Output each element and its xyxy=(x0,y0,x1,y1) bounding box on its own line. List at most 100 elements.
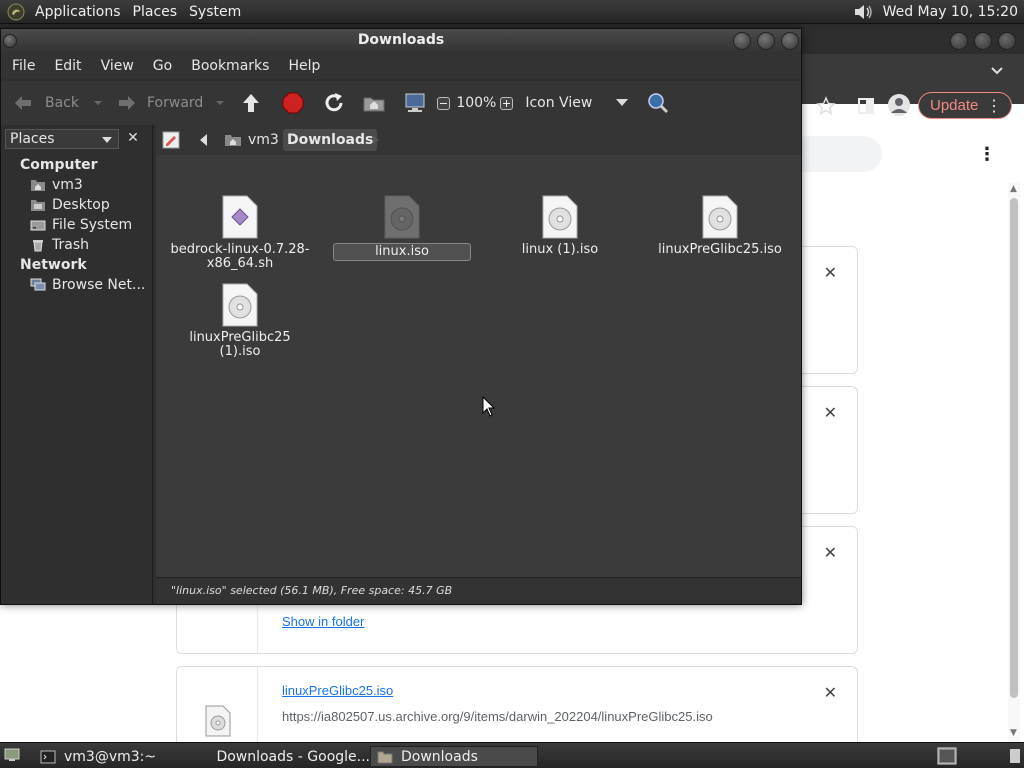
file-item[interactable]: bedrock-linux-0.7.28- x86_64.sh xyxy=(170,195,310,271)
computer-icon[interactable] xyxy=(403,91,427,115)
zoom-level[interactable]: 100% xyxy=(456,95,496,111)
scrollbar-thumb[interactable] xyxy=(1010,198,1018,698)
view-mode-select[interactable]: Icon View xyxy=(525,95,629,111)
applications-menu[interactable]: Applications xyxy=(29,4,127,20)
desktop-folder-icon xyxy=(31,200,45,211)
path-bar: vm3 Downloads xyxy=(156,125,801,155)
download-filename-link[interactable]: linuxPreGlibc25.iso xyxy=(282,683,393,698)
zoom-controls: 100% xyxy=(437,95,514,111)
sidebar-selector-chevron-icon xyxy=(102,137,112,143)
page-menu-icon[interactable]: ⋮ xyxy=(978,144,996,165)
taskbar-item-chrome[interactable]: Downloads - Google... xyxy=(202,746,370,767)
menu-view[interactable]: View xyxy=(90,58,142,74)
path-label: Downloads xyxy=(287,132,374,148)
more-icon[interactable]: ⋮ xyxy=(986,96,1002,116)
minimize-button[interactable] xyxy=(733,32,751,50)
volume-icon[interactable] xyxy=(852,3,874,21)
update-button[interactable]: Update ⋮ xyxy=(918,92,1012,119)
scroll-down-arrow-icon[interactable]: ▼ xyxy=(1010,728,1017,738)
window-menu-button[interactable] xyxy=(3,34,17,48)
profile-avatar[interactable] xyxy=(888,94,910,116)
forward-button[interactable]: Forward xyxy=(115,81,225,125)
search-icon[interactable] xyxy=(646,91,670,115)
chrome-close-button[interactable] xyxy=(998,32,1016,50)
scroll-up-arrow-icon[interactable]: ▲ xyxy=(1010,184,1017,194)
path-scroll-left-icon[interactable] xyxy=(200,134,207,146)
stop-icon[interactable] xyxy=(281,91,305,115)
sidebar-item-file-system[interactable]: File System xyxy=(30,217,132,233)
update-label: Update xyxy=(930,97,979,114)
menu-edit[interactable]: Edit xyxy=(43,58,89,74)
places-menu[interactable]: Places xyxy=(127,4,184,20)
shell-script-file-icon xyxy=(222,195,258,239)
gnome-foot-icon[interactable] xyxy=(7,3,25,21)
show-in-folder-link[interactable]: Show in folder xyxy=(282,614,364,629)
downloads-search[interactable] xyxy=(790,136,882,172)
file-name: bedrock-linux-0.7.28- x86_64.sh xyxy=(170,243,309,271)
taskbar-item-label: Downloads - Google... xyxy=(216,748,370,765)
zoom-in-button[interactable] xyxy=(500,96,514,110)
sidebar-item-vm3[interactable]: vm3 xyxy=(30,177,83,193)
sidebar-item-label: Browse Net... xyxy=(52,277,146,293)
close-button[interactable] xyxy=(781,32,799,50)
forward-history-chevron-icon[interactable] xyxy=(215,98,225,108)
back-button[interactable]: Back xyxy=(11,81,103,125)
side-panel-icon[interactable] xyxy=(858,98,874,114)
remove-download-button[interactable]: ✕ xyxy=(824,543,837,563)
reload-icon[interactable] xyxy=(322,91,346,115)
disc-image-file-icon xyxy=(205,705,231,737)
menu-help[interactable]: Help xyxy=(277,58,328,74)
zoom-out-button[interactable] xyxy=(437,96,451,110)
disc-image-file-icon xyxy=(702,195,738,239)
sidebar-item-trash[interactable]: Trash xyxy=(30,237,89,253)
home-folder-icon[interactable] xyxy=(362,91,386,115)
workspace-switcher[interactable] xyxy=(1010,749,1020,763)
forward-arrow-icon xyxy=(119,96,135,110)
bookmark-star-icon[interactable] xyxy=(816,96,836,116)
path-scroll-right-icon[interactable] xyxy=(373,135,379,145)
path-button-downloads[interactable]: Downloads xyxy=(283,129,378,151)
maximize-button[interactable] xyxy=(757,32,775,50)
file-name: linuxPreGlibc25 (1).iso xyxy=(189,330,291,359)
status-bar: "linux.iso" selected (56.1 MB), Free spa… xyxy=(156,577,801,604)
file-item[interactable]: linuxPreGlibc25.iso xyxy=(650,195,790,257)
remove-download-button[interactable]: ✕ xyxy=(824,403,837,423)
trash-applet-icon[interactable] xyxy=(936,746,958,766)
edit-location-icon[interactable] xyxy=(162,131,180,149)
file-view[interactable]: vm3 Downloads bedrock-linux-0.7.28- x86_… xyxy=(156,125,801,604)
sidebar-item-label: File System xyxy=(52,217,133,233)
sidebar-item-label: Desktop xyxy=(52,197,110,213)
remove-download-button[interactable]: ✕ xyxy=(824,683,837,703)
sidebar-close-icon[interactable]: ✕ xyxy=(125,130,141,146)
menu-go[interactable]: Go xyxy=(142,58,180,74)
terminal-icon xyxy=(40,750,56,763)
drive-icon xyxy=(30,220,46,231)
disc-image-file-icon xyxy=(542,195,578,239)
up-arrow-icon[interactable] xyxy=(239,91,263,115)
file-item-selected[interactable]: linux.iso xyxy=(332,195,472,261)
file-item[interactable]: linux (1).iso xyxy=(490,195,630,257)
chrome-minimize-button[interactable] xyxy=(950,32,968,50)
back-history-chevron-icon[interactable] xyxy=(93,98,103,108)
taskbar-item-terminal[interactable]: vm3@vm3:~ xyxy=(34,746,202,767)
menu-bookmarks[interactable]: Bookmarks xyxy=(180,58,277,74)
sidebar-item-browse-network[interactable]: Browse Net... xyxy=(30,277,145,293)
chevron-down-icon[interactable] xyxy=(990,64,1004,78)
window-title: Downloads xyxy=(357,32,445,48)
taskbar-item-downloads[interactable]: Downloads xyxy=(370,746,538,767)
path-button-vm3[interactable]: vm3 xyxy=(224,129,279,151)
sidebar-selector-value: Places xyxy=(10,131,55,147)
remove-download-button[interactable]: ✕ xyxy=(824,263,837,283)
sidebar-item-desktop[interactable]: Desktop xyxy=(30,197,110,213)
sidebar-selector[interactable]: Places xyxy=(5,129,119,149)
file-name-line1: bedrock-linux-0.7.28- xyxy=(170,242,310,257)
show-desktop-icon[interactable] xyxy=(4,748,20,762)
file-item[interactable]: linuxPreGlibc25 (1).iso xyxy=(170,283,310,359)
clock[interactable]: Wed May 10, 15:20 xyxy=(877,4,1024,20)
network-icon xyxy=(30,278,46,291)
file-manager-window: Downloads File Edit View Go Bookmarks He… xyxy=(0,28,802,605)
menu-file[interactable]: File xyxy=(1,58,43,74)
chrome-maximize-button[interactable] xyxy=(974,32,992,50)
window-titlebar[interactable]: Downloads xyxy=(1,29,801,53)
system-menu[interactable]: System xyxy=(183,4,247,20)
